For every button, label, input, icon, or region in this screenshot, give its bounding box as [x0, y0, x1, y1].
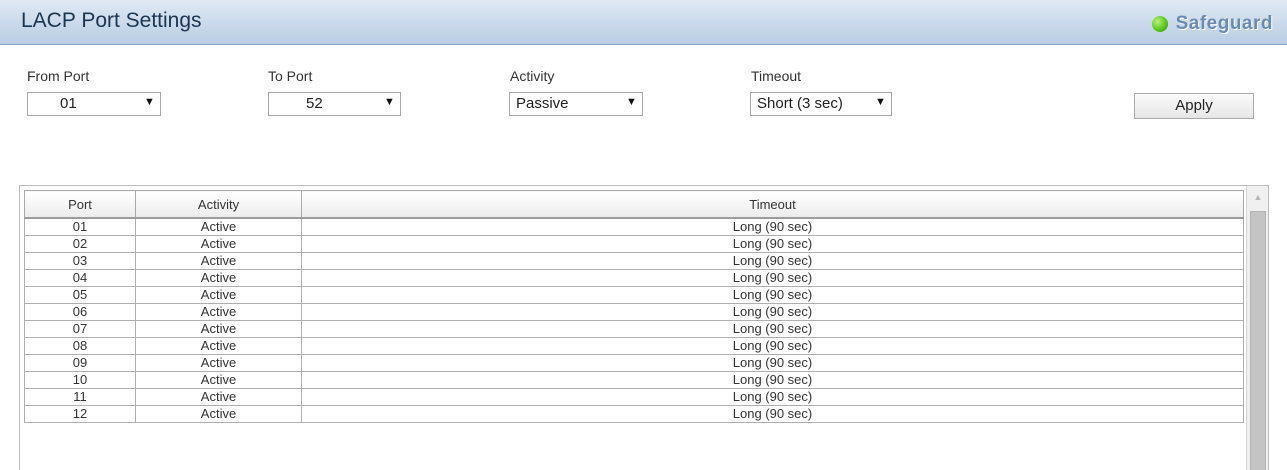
- activity-cell: Active: [135, 303, 302, 321]
- activity-cell: Active: [135, 388, 302, 406]
- title-bar: LACP Port Settings Safeguard: [0, 0, 1287, 45]
- activity-cell: Active: [135, 286, 302, 304]
- status-dot-icon: [1151, 16, 1168, 32]
- scrollbar-thumb[interactable]: [1250, 211, 1266, 470]
- port-cell: 06: [24, 303, 136, 321]
- table-row: 08 Active Long (90 sec): [24, 337, 1244, 355]
- port-cell: 09: [24, 354, 136, 372]
- timeout-cell: Long (90 sec): [301, 217, 1244, 236]
- activity-cell: Active: [135, 235, 302, 253]
- timeout-value: Short (3 sec): [757, 95, 843, 112]
- port-cell: 05: [24, 286, 136, 304]
- table-row: 02 Active Long (90 sec): [24, 235, 1244, 253]
- to-port-select[interactable]: 52 ▼: [268, 92, 401, 116]
- activity-value: Passive: [516, 95, 569, 112]
- table-row: 12 Active Long (90 sec): [24, 405, 1244, 423]
- timeout-cell: Long (90 sec): [301, 337, 1244, 355]
- timeout-cell: Long (90 sec): [301, 269, 1244, 287]
- timeout-cell: Long (90 sec): [301, 388, 1244, 406]
- to-port-label: To Port: [268, 68, 313, 84]
- timeout-cell: Long (90 sec): [301, 320, 1244, 338]
- apply-button[interactable]: Apply: [1134, 93, 1254, 119]
- timeout-cell: Long (90 sec): [301, 303, 1244, 321]
- activity-cell: Active: [135, 371, 302, 389]
- timeout-cell: Long (90 sec): [301, 235, 1244, 253]
- table-row: 04 Active Long (90 sec): [24, 269, 1244, 287]
- port-cell: 02: [24, 235, 136, 253]
- safeguard-label: Safeguard: [1175, 13, 1273, 34]
- port-cell: 04: [24, 269, 136, 287]
- port-cell: 03: [24, 252, 136, 270]
- timeout-cell: Long (90 sec): [301, 371, 1244, 389]
- timeout-cell: Long (90 sec): [301, 252, 1244, 270]
- port-cell: 12: [24, 405, 136, 423]
- table-row: 05 Active Long (90 sec): [24, 286, 1244, 304]
- chevron-down-icon: ▼: [626, 96, 637, 108]
- column-header-activity: Activity: [135, 190, 302, 219]
- from-port-select[interactable]: 01 ▼: [27, 92, 161, 116]
- table-row: 10 Active Long (90 sec): [24, 371, 1244, 389]
- lacp-port-table: Port Activity Timeout 01 Active Long (90 s…: [24, 190, 1244, 423]
- table-row: 03 Active Long (90 sec): [24, 252, 1244, 270]
- from-port-label: From Port: [27, 68, 90, 84]
- port-cell: 01: [24, 217, 136, 236]
- chevron-down-icon: ▼: [384, 96, 395, 108]
- chevron-down-icon: ▼: [875, 96, 886, 108]
- timeout-cell: Long (90 sec): [301, 354, 1244, 372]
- safeguard-indicator: Safeguard: [1151, 13, 1273, 35]
- table-row: 09 Active Long (90 sec): [24, 354, 1244, 372]
- lacp-port-table-panel: Port Activity Timeout 01 Active Long (90 s…: [19, 185, 1269, 470]
- page-title: LACP Port Settings: [21, 9, 202, 32]
- activity-cell: Active: [135, 269, 302, 287]
- timeout-cell: Long (90 sec): [301, 405, 1244, 423]
- table-row: 01 Active Long (90 sec): [24, 217, 1244, 236]
- from-port-value: 01: [60, 95, 77, 112]
- table-row: 07 Active Long (90 sec): [24, 320, 1244, 338]
- table-row: 06 Active Long (90 sec): [24, 303, 1244, 321]
- chevron-down-icon: ▼: [144, 96, 155, 108]
- port-cell: 08: [24, 337, 136, 355]
- port-cell: 10: [24, 371, 136, 389]
- activity-cell: Active: [135, 252, 302, 270]
- port-cell: 11: [24, 388, 136, 406]
- activity-cell: Active: [135, 405, 302, 423]
- timeout-select[interactable]: Short (3 sec) ▼: [750, 92, 892, 116]
- activity-cell: Active: [135, 320, 302, 338]
- scroll-up-arrow-icon[interactable]: ▲: [1247, 186, 1268, 208]
- port-cell: 07: [24, 320, 136, 338]
- table-header-row: Port Activity Timeout: [24, 190, 1244, 219]
- activity-cell: Active: [135, 354, 302, 372]
- timeout-cell: Long (90 sec): [301, 286, 1244, 304]
- activity-label: Activity: [510, 68, 555, 84]
- activity-select[interactable]: Passive ▼: [509, 92, 643, 116]
- activity-cell: Active: [135, 337, 302, 355]
- to-port-value: 52: [306, 95, 323, 112]
- activity-cell: Active: [135, 217, 302, 236]
- column-header-timeout: Timeout: [301, 190, 1244, 219]
- timeout-label: Timeout: [751, 68, 802, 84]
- vertical-scrollbar[interactable]: ▲: [1246, 186, 1268, 470]
- column-header-port: Port: [24, 190, 136, 219]
- table-row: 11 Active Long (90 sec): [24, 388, 1244, 406]
